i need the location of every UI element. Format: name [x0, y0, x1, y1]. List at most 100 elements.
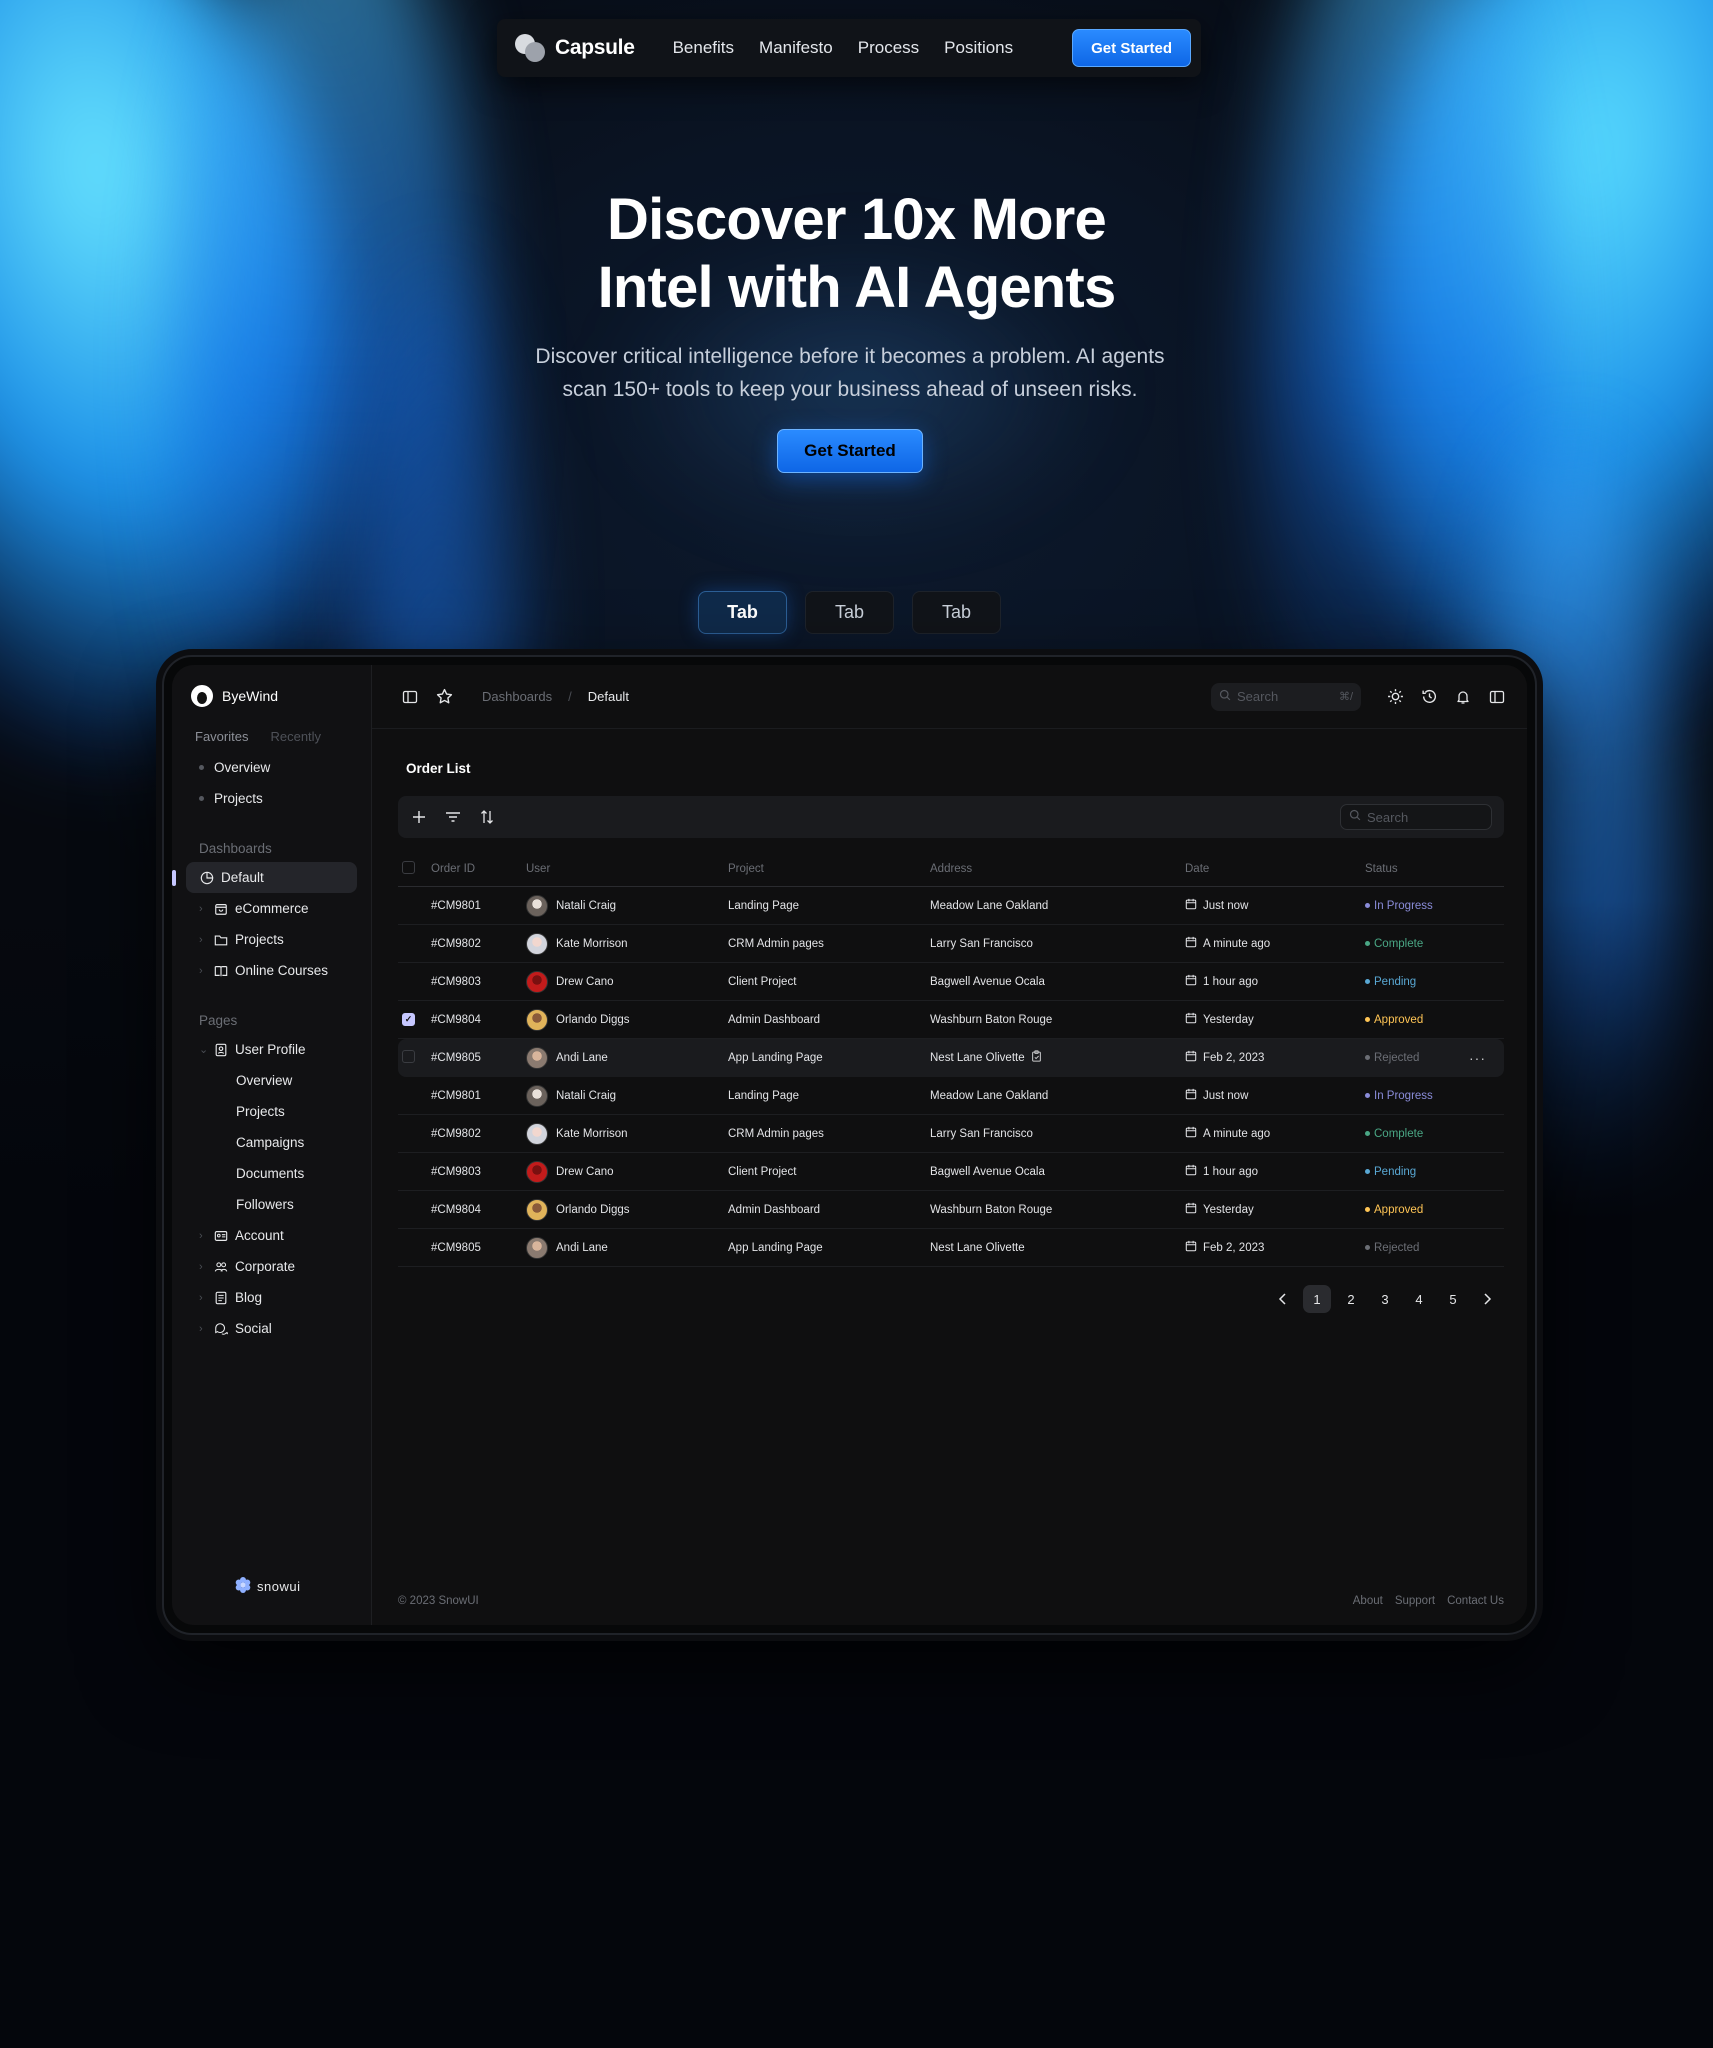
column-header-order-id[interactable]: Order ID [431, 863, 526, 875]
row-checkbox[interactable]: ✓ [402, 1013, 415, 1026]
brand-logo[interactable]: Capsule [515, 32, 635, 64]
sidebar-item-user-profile[interactable]: ⌄ User Profile [172, 1034, 371, 1065]
table-row[interactable]: #CM9802 Kate Morrison CRM Admin pages Larry… [398, 925, 1504, 963]
id-card-icon [213, 1228, 229, 1244]
page-4[interactable]: 4 [1405, 1285, 1433, 1313]
table-row[interactable]: #CM9804 Orlando Diggs Admin Dashboard Washb… [398, 1191, 1504, 1229]
footer-link-about[interactable]: About [1353, 1595, 1383, 1607]
table-row[interactable]: #CM9805 Andi Lane App Landing Page Nest Lan… [398, 1039, 1504, 1077]
nav-get-started-button[interactable]: Get Started [1072, 29, 1191, 67]
pagination-next-icon[interactable] [1473, 1285, 1501, 1313]
status-dot [1365, 1245, 1370, 1250]
breadcrumb-dashboards[interactable]: Dashboards [482, 689, 552, 704]
user-name: Drew Cano [556, 1165, 614, 1178]
user-name: Orlando Diggs [556, 1013, 630, 1026]
sidebar-subitem-documents[interactable]: Documents [172, 1158, 371, 1189]
table-row[interactable]: #CM9801 Natali Craig Landing Page Meadow La… [398, 1077, 1504, 1115]
favorite-item-projects[interactable]: Projects [172, 783, 371, 814]
sidebar-item-account[interactable]: › Account [172, 1220, 371, 1251]
panel-toggle-icon[interactable] [1487, 687, 1507, 707]
table-search-input[interactable] [1367, 809, 1477, 825]
footer-link-support[interactable]: Support [1395, 1595, 1435, 1607]
table-row[interactable]: #CM9801 Natali Craig Landing Page Meadow La… [398, 887, 1504, 925]
sidebar-item-default[interactable]: Default [172, 862, 357, 893]
nav-link-benefits[interactable]: Benefits [673, 38, 734, 58]
hero-title-line1: Discover 10x More [607, 187, 1107, 252]
status-badge: In Progress [1365, 900, 1504, 912]
address-cell: Nest Lane Olivette [930, 1242, 1185, 1254]
column-header-status[interactable]: Status [1365, 863, 1504, 875]
order-id: #CM9805 [431, 1051, 481, 1064]
table-row[interactable]: ✓ #CM9804 Orlando Diggs Admin Dashboard Wash… [398, 1001, 1504, 1039]
sidebar-subitem-projects[interactable]: Projects [172, 1096, 371, 1127]
avatar [526, 932, 548, 955]
page-5[interactable]: 5 [1439, 1285, 1467, 1313]
pagination-prev-icon[interactable] [1269, 1285, 1297, 1313]
address-cell: Nest Lane Olivette [930, 1050, 1185, 1065]
sidebar-item-online-courses[interactable]: › Online Courses [172, 955, 371, 986]
sidebar-subitem-overview[interactable]: Overview [172, 1065, 371, 1096]
tab-favorites[interactable]: Favorites [195, 729, 248, 744]
bell-icon[interactable] [1453, 687, 1473, 707]
table-row[interactable]: #CM9802 Kate Morrison CRM Admin pages Larry… [398, 1115, 1504, 1153]
favorite-item-overview[interactable]: Overview [172, 752, 371, 783]
status-badge: Approved [1365, 1204, 1504, 1216]
avatar [526, 1236, 548, 1259]
status-dot [1365, 1207, 1370, 1212]
history-icon[interactable] [1419, 687, 1439, 707]
shopping-bag-icon [213, 901, 229, 917]
nav-link-positions[interactable]: Positions [944, 38, 1013, 58]
avatar [526, 1198, 548, 1221]
status-badge: Rejected [1365, 1242, 1504, 1254]
select-all-checkbox[interactable] [402, 860, 415, 874]
sidebar-brand[interactable]: ByeWind [172, 685, 371, 707]
page-3[interactable]: 3 [1371, 1285, 1399, 1313]
nav-link-process[interactable]: Process [858, 38, 919, 58]
user-name: Andi Lane [556, 1051, 608, 1064]
add-icon[interactable] [410, 808, 428, 826]
topbar-search[interactable]: Search ⌘/ [1211, 682, 1361, 711]
filter-icon[interactable] [444, 808, 462, 826]
star-icon[interactable] [434, 687, 454, 707]
table-row[interactable]: #CM9803 Drew Cano Client Project Bagwell Av… [398, 1153, 1504, 1191]
date: A minute ago [1203, 1127, 1271, 1140]
address: Washburn Baton Rouge [930, 1203, 1053, 1216]
capsule-logo-icon [515, 32, 547, 64]
sidebar-subitem-followers[interactable]: Followers [172, 1189, 371, 1220]
sun-icon[interactable] [1385, 687, 1405, 707]
table-row[interactable]: #CM9805 Andi Lane App Landing Page Nest Lan… [398, 1229, 1504, 1267]
nav-link-manifesto[interactable]: Manifesto [759, 38, 833, 58]
user-cell: Natali Craig [526, 894, 728, 917]
hero-get-started-button[interactable]: Get Started [777, 429, 923, 473]
status-badge: In Progress [1365, 1090, 1504, 1102]
page-2[interactable]: 2 [1337, 1285, 1365, 1313]
sidebar-item-blog[interactable]: › Blog [172, 1282, 371, 1313]
tab-3[interactable]: Tab [912, 591, 1001, 634]
column-header-user[interactable]: User [526, 863, 728, 875]
sidebar-item-ecommerce[interactable]: › eCommerce [172, 893, 371, 924]
tab-1[interactable]: Tab [698, 591, 787, 634]
more-options-icon[interactable]: ··· [1469, 1050, 1486, 1066]
tab-recently[interactable]: Recently [270, 729, 321, 744]
breadcrumb-current: Default [587, 689, 629, 704]
table-search[interactable] [1340, 804, 1492, 830]
project-name: Admin Dashboard [728, 1203, 821, 1216]
column-header-project[interactable]: Project [728, 863, 930, 875]
tab-2[interactable]: Tab [805, 591, 894, 634]
column-header-date[interactable]: Date [1185, 863, 1365, 875]
address-cell: Meadow Lane Oakland [930, 1090, 1185, 1102]
sidebar-item-projects[interactable]: › Projects [172, 924, 371, 955]
table-row[interactable]: #CM9803 Drew Cano Client Project Bagwell Av… [398, 963, 1504, 1001]
footer-link-contact[interactable]: Contact Us [1447, 1595, 1504, 1607]
sidebar-item-social[interactable]: › Social [172, 1313, 371, 1344]
sidebar-toggle-icon[interactable] [400, 687, 420, 707]
clipboard-icon[interactable] [1031, 1050, 1042, 1065]
brand-name: Capsule [555, 36, 635, 59]
page-1[interactable]: 1 [1303, 1285, 1331, 1313]
row-checkbox[interactable] [402, 1049, 415, 1063]
sidebar-item-corporate[interactable]: › Corporate [172, 1251, 371, 1282]
table-body: #CM9801 Natali Craig Landing Page Meadow La… [398, 887, 1504, 1267]
column-header-address[interactable]: Address [930, 863, 1185, 875]
sidebar-subitem-campaigns[interactable]: Campaigns [172, 1127, 371, 1158]
sort-icon[interactable] [478, 808, 496, 826]
